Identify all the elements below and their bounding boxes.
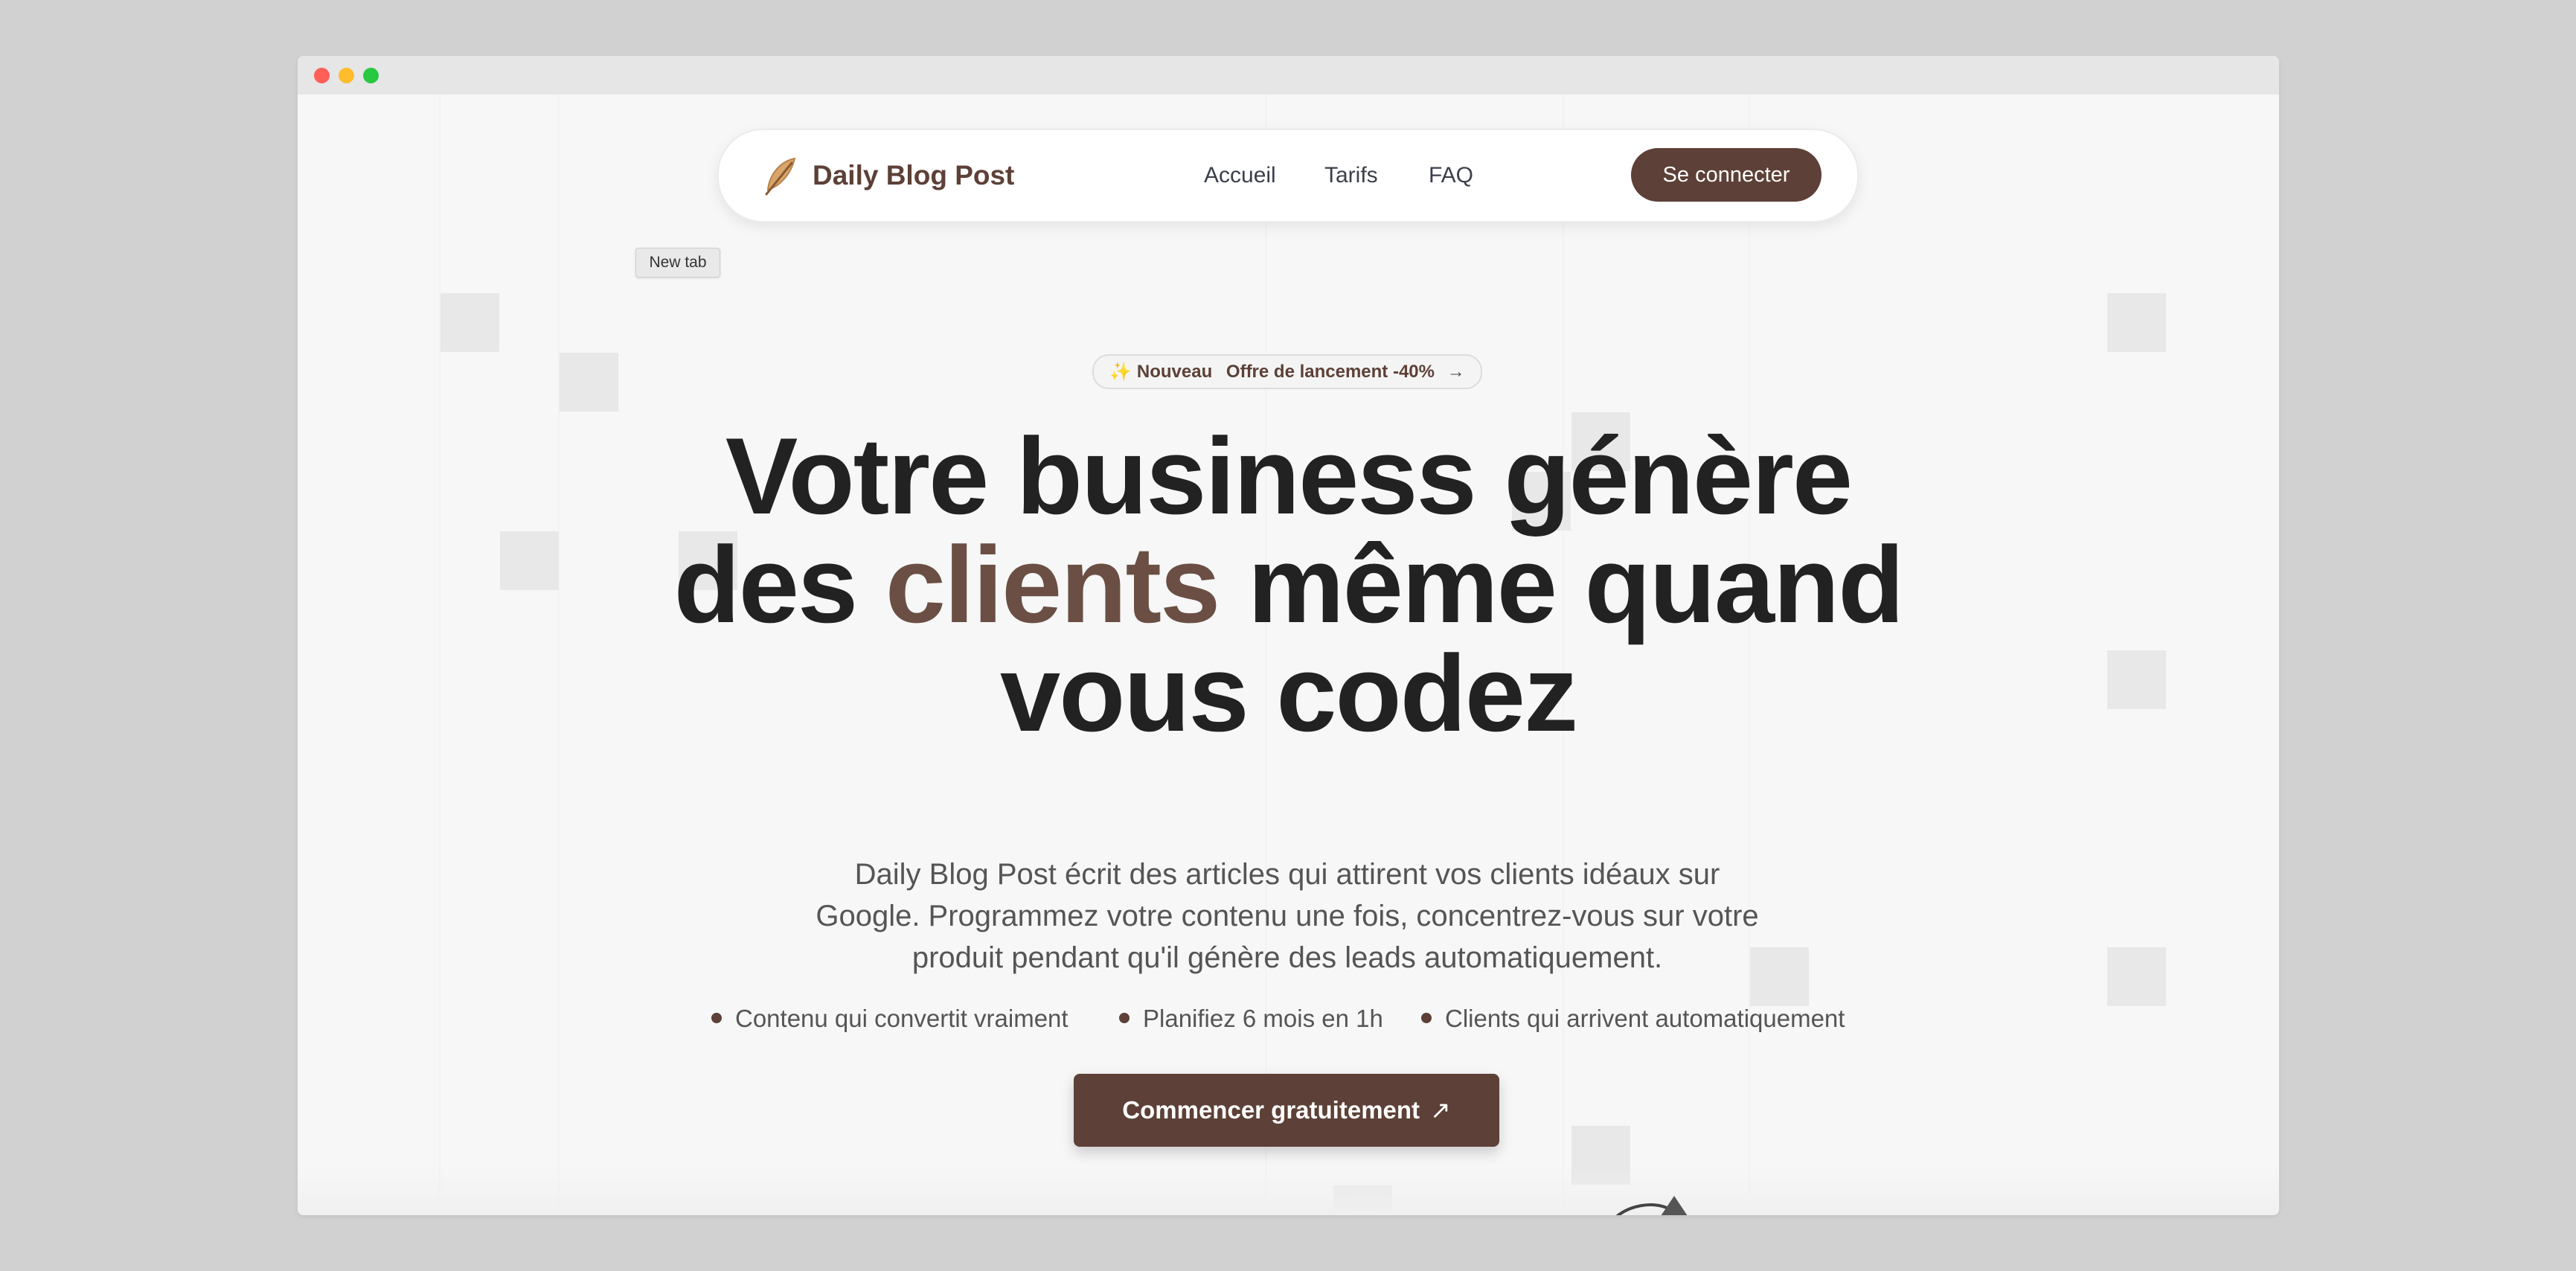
decor-square [440,293,499,352]
hero-accent-word: clients [885,524,1221,645]
feature-item: Contenu qui convertit vraiment [711,1002,1068,1036]
feather-icon[interactable] [762,156,799,197]
decor-square [560,353,618,412]
sparkles-icon: ✨ [1109,362,1132,382]
launch-offer-badge[interactable]: ✨ Nouveau Offre de lancement -40% → [1092,354,1482,389]
arrow-up-right-icon: ↗ [1430,1096,1451,1124]
maximize-window-button[interactable] [363,68,379,83]
new-tab-tooltip: New tab [635,248,720,278]
page-viewport: Daily Blog Post Accueil Tarifs FAQ Se co… [298,95,2279,1215]
badge-label: Nouveau [1136,362,1213,382]
minimize-window-button[interactable] [339,68,354,83]
hero-line-2-start: des [673,524,859,645]
hero-line-1: Votre business génère [725,415,1853,537]
nav-link-faq[interactable]: FAQ [1429,155,1473,196]
feature-label: Clients qui arrivent automatiquement [1445,1005,1845,1032]
feature-label: Contenu qui convertit vraiment [735,1005,1068,1032]
brand-name[interactable]: Daily Blog Post [813,155,1014,196]
arrow-right-icon: → [1446,362,1465,382]
feature-item: Clients qui arrivent automatiquement [1421,1002,1845,1036]
bullet-dot [1119,1013,1130,1024]
hero-heading: Votre business génère des clients même q… [298,422,2279,748]
bullet-dot [1421,1013,1432,1024]
nav-link-tarifs[interactable]: Tarifs [1324,155,1378,196]
bullet-dot [711,1013,722,1024]
start-free-button[interactable]: Commencer gratuitement ↗ [1074,1074,1499,1147]
browser-window: Daily Blog Post Accueil Tarifs FAQ Se co… [298,56,2279,1215]
feature-item: Planifiez 6 mois en 1h [1119,1002,1383,1036]
cta-label: Commencer gratuitement [1122,1096,1420,1124]
nav-link-accueil[interactable]: Accueil [1204,155,1276,196]
top-navbar: Daily Blog Post Accueil Tarifs FAQ Se co… [717,129,1859,222]
close-window-button[interactable] [314,68,330,83]
feature-label: Planifiez 6 mois en 1h [1143,1005,1383,1032]
badge-text: Offre de lancement -40% [1225,362,1435,382]
bottom-fade [298,1166,2279,1215]
hero-subtitle: Daily Blog Post écrit des articles qui a… [816,858,1759,974]
login-button[interactable]: Se connecter [1631,148,1822,202]
title-bar [298,56,2279,95]
hero-line-3: vous codez [999,633,1578,754]
partial-illustration [1615,1196,1688,1215]
decor-square [2107,293,2166,352]
decor-square [2107,947,2166,1006]
hero-line-2-end: même quand [1247,524,1905,645]
